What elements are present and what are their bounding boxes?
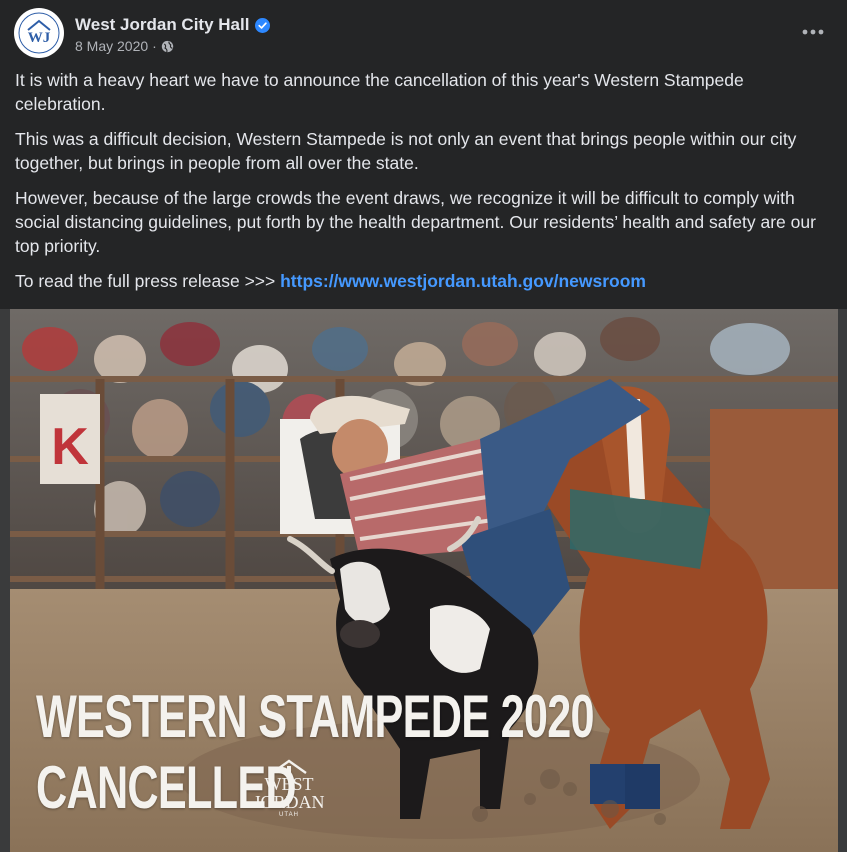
west-jordan-logo-icon: WJ <box>15 9 63 57</box>
page-name[interactable]: West Jordan City Hall <box>75 15 271 35</box>
press-release-line: To read the full press release >>> https… <box>15 269 825 293</box>
page-avatar[interactable]: WJ <box>14 8 64 58</box>
press-release-prefix: To read the full press release >>> <box>15 271 281 291</box>
post-header: WJ West Jordan City Hall 8 May 2020 · <box>14 8 833 58</box>
more-options-icon <box>802 29 824 35</box>
globe-icon[interactable] <box>161 40 174 53</box>
meta-separator: · <box>152 38 157 54</box>
west-jordan-watermark-logo: WEST JORDAN UTAH <box>248 757 330 821</box>
logo-jordan: JORDAN <box>253 792 325 812</box>
verified-badge-icon <box>255 17 271 33</box>
svg-text:K: K <box>51 418 89 476</box>
facebook-post: WJ West Jordan City Hall 8 May 2020 · It… <box>0 0 847 852</box>
post-photo[interactable]: K WESTERN STAMPEDE 2020 CANCELLED WEST J… <box>10 309 838 852</box>
logo-utah: UTAH <box>279 812 299 818</box>
press-release-link[interactable]: https://www.westjordan.utah.gov/newsroom <box>280 271 646 291</box>
image-title-text: WESTERN STAMPEDE 2020 <box>36 683 595 750</box>
post-meta: 8 May 2020 · <box>75 38 174 54</box>
post-paragraph-1: It is with a heavy heart we have to anno… <box>15 70 744 114</box>
post-paragraph-2: This was a difficult decision, Western S… <box>15 129 797 173</box>
page-name-text[interactable]: West Jordan City Hall <box>75 15 249 35</box>
post-date[interactable]: 8 May 2020 <box>75 38 148 54</box>
post-paragraph-3: However, because of the large crowds the… <box>15 188 816 256</box>
post-image-container[interactable]: K WESTERN STAMPEDE 2020 CANCELLED WEST J… <box>0 309 847 852</box>
logo-west: WEST <box>264 774 314 794</box>
more-options-button[interactable] <box>795 14 831 50</box>
svg-text:WJ: WJ <box>28 30 51 46</box>
post-message: It is with a heavy heart we have to anno… <box>15 68 825 304</box>
